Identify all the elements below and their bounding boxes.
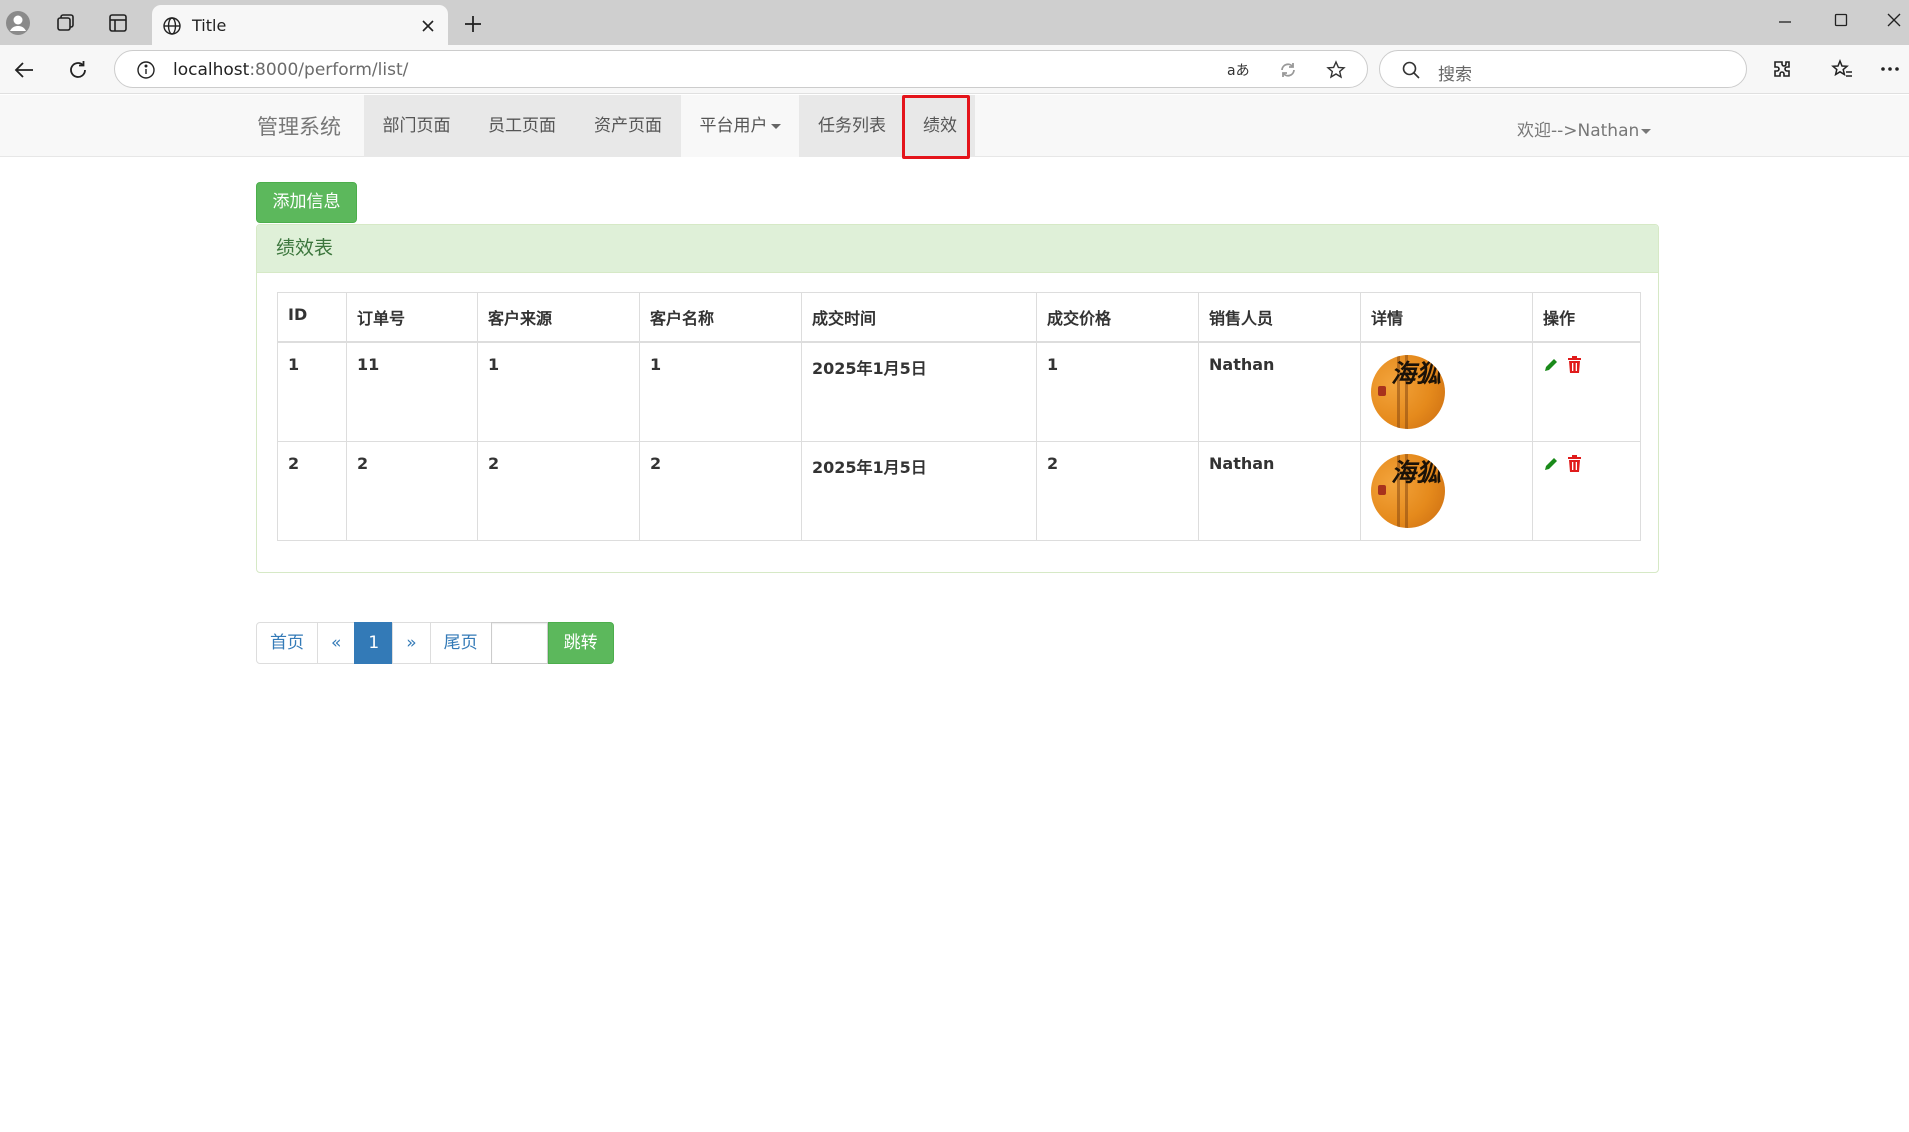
nav-item-label: 资产页面 (594, 116, 662, 136)
nav-item-employee[interactable]: 员工页面 (469, 95, 575, 157)
nav-item-label: 任务列表 (818, 116, 886, 136)
cell-customer: 2 (639, 441, 802, 541)
cell-sales: Nathan (1198, 341, 1361, 442)
cell-price: 2 (1036, 441, 1199, 541)
cell-time: 2025年1月5日 (801, 341, 1037, 442)
url-field[interactable]: localhost:8000/perform/list/ aあ (114, 50, 1368, 88)
profile-icon[interactable] (4, 9, 32, 37)
performance-table: ID 订单号 客户来源 客户名称 成交时间 成交价格 销售人员 详情 操作 1 … (277, 292, 1641, 541)
next-page-link[interactable]: » (392, 622, 431, 664)
prev-page-link[interactable]: « (317, 622, 356, 664)
globe-icon (161, 15, 183, 37)
first-page-link[interactable]: 首页 (256, 622, 318, 664)
jump-button[interactable]: 跳转 (547, 622, 614, 664)
cell-actions (1532, 341, 1641, 442)
more-menu-icon[interactable] (1876, 56, 1904, 82)
cell-sales: Nathan (1198, 441, 1361, 541)
edit-icon[interactable] (1543, 357, 1559, 373)
close-window-icon[interactable] (1880, 8, 1908, 32)
column-header: 客户名称 (639, 292, 802, 343)
edit-icon[interactable] (1543, 456, 1559, 472)
new-tab-icon[interactable] (460, 11, 486, 37)
favorites-icon[interactable] (1828, 56, 1856, 82)
cell-source: 2 (477, 441, 640, 541)
minimize-icon[interactable] (1770, 10, 1800, 34)
delete-icon[interactable] (1567, 356, 1582, 373)
cell-source: 1 (477, 341, 640, 442)
add-info-button[interactable]: 添加信息 (256, 182, 357, 223)
cell-detail: 海狐 (1360, 341, 1533, 442)
translate-icon[interactable] (1275, 59, 1301, 81)
column-header: 成交价格 (1036, 292, 1199, 343)
last-page-link[interactable]: 尾页 (429, 622, 492, 664)
avatar: 海狐 (1371, 355, 1445, 429)
cell-price: 1 (1036, 341, 1199, 442)
avatar-glyph: 海狐 (1390, 458, 1441, 487)
table-row: 1 11 1 1 2025年1月5日 1 Nathan 海狐 (277, 341, 1641, 442)
search-placeholder: 搜索 (1438, 65, 1472, 85)
cell-order: 11 (346, 341, 478, 442)
svg-text:aあ: aあ (1227, 63, 1250, 79)
nav-item-platform-user[interactable]: 平台用户 (681, 95, 799, 157)
table-header-row: ID 订单号 客户来源 客户名称 成交时间 成交价格 销售人员 详情 操作 (277, 292, 1641, 343)
nav-item-label: 员工页面 (488, 116, 556, 136)
chevron-down-icon (1641, 128, 1652, 134)
tab-title: Title (192, 16, 227, 35)
close-tab-icon[interactable] (418, 16, 438, 36)
pagination: 首页 « 1 » 尾页 跳转 (256, 622, 614, 664)
nav-item-label: 平台用户 (699, 116, 768, 136)
column-header: ID (277, 292, 347, 343)
column-header: 客户来源 (477, 292, 640, 343)
column-header: 操作 (1532, 292, 1641, 343)
column-header: 详情 (1360, 292, 1533, 343)
read-aloud-icon[interactable]: aあ (1225, 59, 1253, 81)
cell-id: 1 (277, 341, 347, 442)
column-header: 成交时间 (801, 292, 1037, 343)
chevron-down-icon (770, 123, 781, 129)
cell-detail: 海狐 (1360, 441, 1533, 541)
browser-address-bar: localhost:8000/perform/list/ aあ 搜索 (0, 45, 1909, 94)
nav-item-asset[interactable]: 资产页面 (575, 95, 681, 157)
extensions-icon[interactable] (1768, 56, 1796, 82)
nav-item-task-list[interactable]: 任务列表 (799, 95, 905, 157)
page-link-current[interactable]: 1 (354, 622, 394, 664)
workspaces-icon[interactable] (52, 11, 80, 35)
cell-order: 2 (346, 441, 478, 541)
nav-item-department[interactable]: 部门页面 (364, 95, 469, 157)
cell-id: 2 (277, 441, 347, 541)
favorite-star-icon[interactable] (1323, 59, 1349, 81)
column-header: 订单号 (346, 292, 478, 343)
url-text: localhost:8000/perform/list/ (173, 60, 408, 80)
column-header: 销售人员 (1198, 292, 1361, 343)
back-icon[interactable] (10, 57, 38, 83)
browser-tab[interactable]: Title (152, 5, 448, 45)
url-host: localhost (173, 60, 250, 80)
cell-customer: 1 (639, 341, 802, 442)
delete-icon[interactable] (1567, 455, 1582, 472)
cell-time: 2025年1月5日 (801, 441, 1037, 541)
page-jump-input[interactable] (490, 622, 548, 664)
avatar-glyph: 海狐 (1390, 359, 1441, 388)
browser-tab-bar: Title (0, 0, 1909, 45)
search-icon (1400, 59, 1422, 81)
tab-actions-icon[interactable] (104, 11, 132, 35)
table-row: 2 2 2 2 2025年1月5日 2 Nathan 海狐 (277, 441, 1641, 541)
search-field[interactable]: 搜索 (1379, 50, 1747, 88)
panel-title: 绩效表 (257, 225, 1658, 273)
highlight-box (902, 95, 970, 159)
welcome-label: 欢迎-->Nathan (1517, 121, 1640, 141)
brand[interactable]: 管理系统 (257, 111, 341, 141)
welcome-dropdown[interactable]: 欢迎-->Nathan (1517, 116, 1652, 141)
avatar: 海狐 (1371, 454, 1445, 528)
performance-panel: 绩效表 ID 订单号 客户来源 客户名称 成交时间 成交价格 销售人员 详情 操… (256, 224, 1659, 573)
maximize-icon[interactable] (1826, 8, 1856, 32)
nav-item-label: 部门页面 (382, 116, 451, 136)
site-info-icon[interactable] (135, 59, 157, 81)
refresh-icon[interactable] (64, 57, 92, 83)
url-path: :8000/perform/list/ (249, 60, 409, 80)
cell-actions (1532, 441, 1641, 541)
